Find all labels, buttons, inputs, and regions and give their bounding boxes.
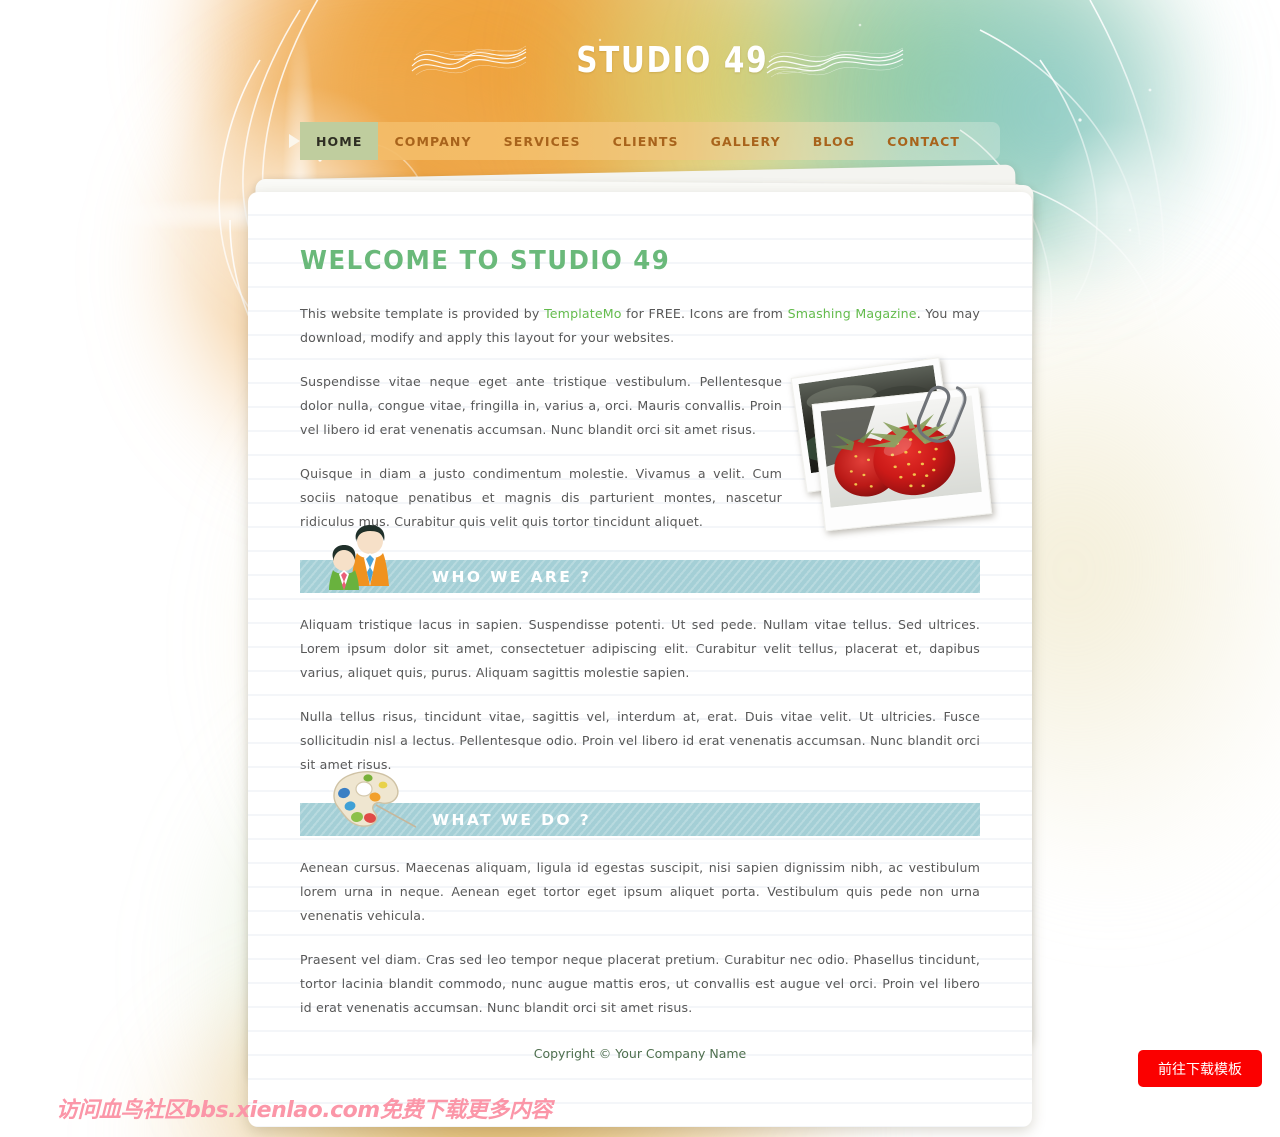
main-navigation[interactable]: HOME COMPANY SERVICES CLIENTS GALLERY BLOG CON…	[0, 122, 1280, 160]
section-paragraph: Aliquam tristique lacus in sapien. Suspe…	[300, 617, 980, 680]
site-header: STUDIO 49	[0, 0, 1280, 122]
section-who-we-are: WHO WE ARE ? Aliquam tristique lacus in …	[300, 525, 980, 777]
nav-item-blog[interactable]: BLOG	[797, 122, 871, 160]
wave-graphic-left	[411, 45, 527, 76]
intro-text-part-2: for FREE. Icons are from	[621, 306, 788, 321]
wave-graphic-right	[766, 47, 904, 78]
nav-item-gallery[interactable]: GALLERY	[695, 122, 797, 160]
nav-item-contact[interactable]: CONTACT	[871, 122, 976, 160]
section-body-what-we-do: Aenean cursus. Maecenas aliquam, ligula …	[300, 856, 980, 1020]
section-paragraph: Aenean cursus. Maecenas aliquam, ligula …	[300, 860, 980, 923]
section-body-who-we-are: Aliquam tristique lacus in sapien. Suspe…	[300, 613, 980, 777]
smashing-magazine-link[interactable]: Smashing Magazine	[788, 306, 917, 321]
nav-item-clients[interactable]: CLIENTS	[597, 122, 695, 160]
templatemo-link[interactable]: TemplateMo	[544, 306, 622, 321]
paragraph-2: Suspendisse vitae neque eget ante tristi…	[300, 374, 782, 437]
main-content-card: WELCOME TO STUDIO 49 This website templa…	[248, 192, 1032, 1127]
paint-palette-icon	[333, 771, 416, 828]
two-people-icon	[329, 525, 389, 590]
nav-item-home[interactable]: HOME	[288, 122, 379, 160]
photo-stack	[790, 357, 1006, 547]
section-paragraph: Praesent vel diam. Cras sed leo tempor n…	[300, 952, 980, 1015]
content-inner: WELCOME TO STUDIO 49 This website templa…	[248, 192, 1032, 1020]
intro-paragraph: This website template is provided by Tem…	[300, 302, 980, 350]
nav-item-company[interactable]: COMPANY	[378, 122, 487, 160]
section-title: WHO WE ARE ?	[432, 567, 592, 586]
footer-copyright: Copyright © Your Company Name	[533, 1046, 747, 1061]
nav-item-list: HOME COMPANY SERVICES CLIENTS GALLERY BLOG CON…	[288, 122, 1000, 160]
section-what-we-do: WHAT WE DO ? Aenean cursus. Maecenas ali…	[300, 771, 980, 1020]
intro-text-part-1: This website template is provided by	[300, 306, 545, 321]
page-title: WELCOME TO STUDIO 49	[300, 246, 671, 276]
site-logo: STUDIO 49	[576, 40, 769, 81]
download-template-button[interactable]: 前往下载模板	[1138, 1050, 1262, 1087]
nav-item-services[interactable]: SERVICES	[488, 122, 597, 160]
watermark-text: 访问血鸟社区bbs.xienlao.com免费下载更多内容	[56, 1098, 552, 1123]
section-title: WHAT WE DO ?	[432, 810, 592, 829]
